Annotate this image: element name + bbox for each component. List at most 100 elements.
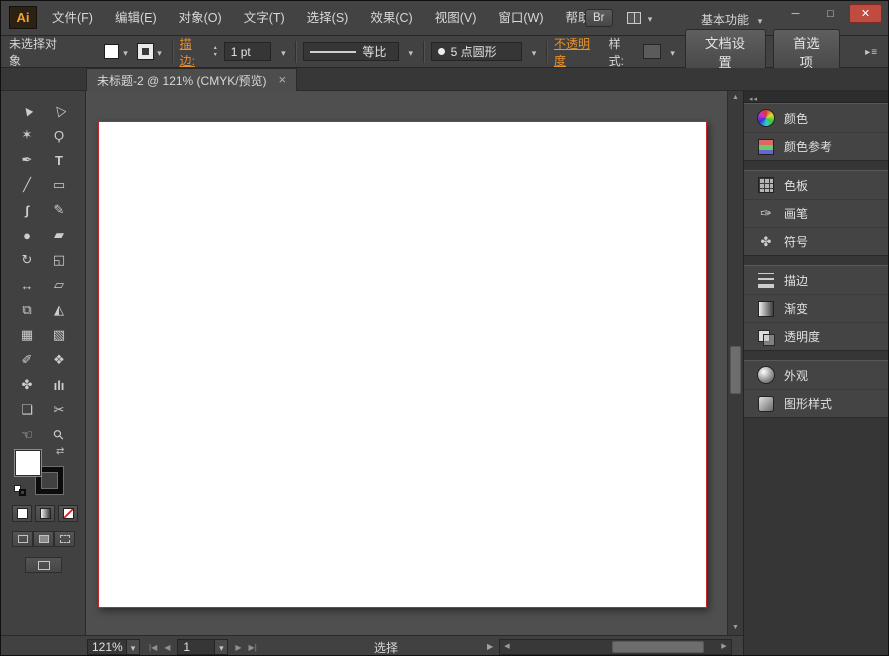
fill-color-dropdown[interactable] <box>103 44 131 59</box>
swap-fill-stroke-icon[interactable] <box>56 446 64 457</box>
menu-type[interactable]: 文字(T) <box>233 1 296 36</box>
dock-item-color-guide[interactable]: 颜色参考 <box>744 132 888 160</box>
vertical-scrollbar[interactable] <box>727 91 743 635</box>
tool-hand[interactable]: ☜ <box>11 424 43 446</box>
tool-scale[interactable]: ◱ <box>43 249 75 271</box>
tool-eraser[interactable]: ▰ <box>43 224 75 246</box>
tool-lasso[interactable]: Ϙ <box>43 124 75 146</box>
tool-symbol-sprayer[interactable]: ✤ <box>11 374 43 396</box>
tool-mesh[interactable]: ▦ <box>11 324 43 346</box>
draw-inside-button[interactable] <box>54 531 75 547</box>
dock-item-swatches[interactable]: 色板 <box>744 171 888 199</box>
expand-panels-icon[interactable] <box>749 90 758 104</box>
zoom-field[interactable]: 121% <box>87 639 127 655</box>
tool-artboard[interactable]: ❏ <box>11 399 43 421</box>
menu-select[interactable]: 选择(S) <box>296 1 360 36</box>
dock-header[interactable] <box>744 90 888 104</box>
screen-mode-button[interactable] <box>25 557 62 573</box>
tool-width[interactable]: ↔ <box>11 274 43 296</box>
chevron-down-icon[interactable] <box>406 45 416 59</box>
stroke-panel-link[interactable]: 描边: <box>180 35 207 69</box>
chevron-down-icon[interactable] <box>668 45 678 59</box>
first-artboard-button[interactable] <box>149 643 157 652</box>
menu-edit[interactable]: 编辑(E) <box>104 1 168 36</box>
scroll-down-icon[interactable] <box>728 621 743 635</box>
tool-pencil[interactable]: ✎ <box>43 199 75 221</box>
artboard[interactable] <box>98 121 707 608</box>
tool-gradient[interactable]: ▧ <box>43 324 75 346</box>
tool-line-segment[interactable]: ╱ <box>11 174 43 196</box>
fill-indicator-swatch[interactable] <box>14 449 42 477</box>
tool-shape-builder[interactable]: ⧉ <box>11 299 43 321</box>
tool-column-graph[interactable]: ılı <box>43 374 75 396</box>
artboard-dropdown-button[interactable] <box>215 639 229 655</box>
scroll-right-icon[interactable] <box>717 640 731 654</box>
tool-paintbrush[interactable]: ʃ <box>11 199 43 221</box>
next-artboard-button[interactable] <box>235 643 241 652</box>
scroll-left-icon[interactable] <box>500 640 514 654</box>
tool-eyedropper[interactable]: ✐ <box>11 349 43 371</box>
width-profile-dropdown[interactable]: 等比 <box>303 42 399 61</box>
previous-artboard-button[interactable] <box>164 643 170 652</box>
tool-selection[interactable]: ▲ <box>11 99 43 121</box>
chevron-down-icon[interactable] <box>278 45 288 59</box>
zoom-level-select[interactable]: 121% <box>87 639 140 655</box>
tool-rectangle[interactable]: ▭ <box>43 174 75 196</box>
horizontal-scrollbar[interactable] <box>499 639 732 655</box>
dock-item-appearance[interactable]: 外观 <box>744 361 888 389</box>
artboard-number-select[interactable]: 1 <box>177 639 229 655</box>
step-down-icon[interactable] <box>214 52 217 58</box>
tool-free-transform[interactable]: ▱ <box>43 274 75 296</box>
dock-item-graphic-styles[interactable]: 图形样式 <box>744 389 888 417</box>
menu-window[interactable]: 窗口(W) <box>487 1 554 36</box>
tool-blob-brush[interactable]: ● <box>11 224 43 246</box>
tool-rotate[interactable]: ↻ <box>11 249 43 271</box>
status-display[interactable]: 选择 <box>301 636 471 655</box>
tool-blend[interactable]: ❖ <box>43 349 75 371</box>
dock-item-transparency[interactable]: 透明度 <box>744 322 888 350</box>
zoom-dropdown-button[interactable] <box>127 639 140 655</box>
menu-effect[interactable]: 效果(C) <box>359 1 423 36</box>
draw-normal-button[interactable] <box>12 531 33 547</box>
canvas-pasteboard[interactable] <box>86 91 727 635</box>
dock-item-brushes[interactable]: 画笔 <box>744 199 888 227</box>
workspace-switcher[interactable]: 基本功能 <box>701 11 765 28</box>
stroke-weight-stepper[interactable] <box>214 45 217 58</box>
dock-item-gradient[interactable]: 渐变 <box>744 294 888 322</box>
none-button[interactable] <box>58 505 78 522</box>
gradient-button[interactable] <box>35 505 55 522</box>
horizontal-scroll-thumb[interactable] <box>612 641 704 653</box>
arrange-documents-dropdown[interactable] <box>627 11 655 25</box>
color-button[interactable] <box>12 505 32 522</box>
maximize-button[interactable]: □ <box>814 4 847 23</box>
tool-zoom[interactable]: ⚲ <box>43 424 75 446</box>
minimize-button[interactable]: ─ <box>779 4 812 23</box>
tool-magic-wand[interactable]: ✶ <box>11 124 43 146</box>
status-flyout-icon[interactable] <box>487 642 493 651</box>
last-artboard-button[interactable] <box>249 643 257 652</box>
artboard-number-field[interactable]: 1 <box>177 639 216 655</box>
tab-close-icon[interactable]: × <box>279 73 287 86</box>
brush-definition-dropdown[interactable]: 5 点圆形 <box>430 42 523 61</box>
tool-pen[interactable]: ✒ <box>11 149 43 171</box>
step-up-icon[interactable] <box>214 45 217 51</box>
opacity-panel-link[interactable]: 不透明度 <box>554 35 602 69</box>
dock-item-stroke[interactable]: 描边 <box>744 266 888 294</box>
style-swatch[interactable] <box>642 44 661 59</box>
scroll-up-icon[interactable] <box>728 91 743 105</box>
dock-item-color[interactable]: 颜色 <box>744 104 888 132</box>
tool-type[interactable]: T <box>43 149 75 171</box>
menu-object[interactable]: 对象(O) <box>168 1 233 36</box>
tool-perspective-grid[interactable]: ◭ <box>43 299 75 321</box>
menu-view[interactable]: 视图(V) <box>424 1 488 36</box>
default-fill-stroke-icon[interactable] <box>14 485 30 498</box>
document-tab[interactable]: 未标题-2 @ 121% (CMYK/预览) × <box>86 68 298 91</box>
tool-direct-selection[interactable]: △ <box>43 99 75 121</box>
dock-item-symbols[interactable]: 符号 <box>744 227 888 255</box>
chevron-down-icon[interactable] <box>529 45 539 59</box>
stroke-weight-field[interactable]: 1 pt <box>223 42 272 61</box>
close-button[interactable]: ✕ <box>849 4 882 23</box>
vertical-scroll-thumb[interactable] <box>730 346 741 394</box>
launch-bridge-button[interactable]: Br <box>585 9 613 27</box>
stroke-color-dropdown[interactable] <box>137 44 165 59</box>
